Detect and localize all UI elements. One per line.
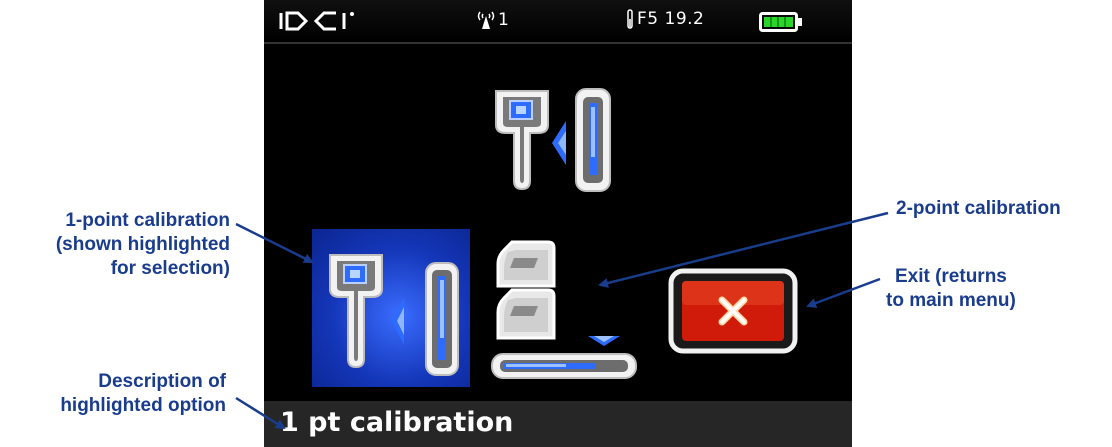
calibration-option-top[interactable] bbox=[486, 85, 616, 195]
two-point-calibration-icon bbox=[491, 240, 637, 379]
signal-indicator: 1 bbox=[476, 9, 509, 31]
callout-line: 2-point calibration bbox=[896, 198, 1061, 219]
one-point-calibration-option[interactable] bbox=[312, 229, 470, 387]
exit-button[interactable] bbox=[668, 268, 798, 354]
callout-exit: Exit (returns to main menu) bbox=[886, 265, 1016, 313]
frequency-readout: F5 19.2 bbox=[626, 9, 704, 29]
callout-line: Exit (returns bbox=[894, 266, 1007, 287]
callout-line: highlighted option bbox=[60, 395, 226, 416]
description-bar: 1 pt calibration bbox=[264, 401, 852, 447]
callout-one-point: 1-point calibration (shown highlighted f… bbox=[56, 209, 230, 281]
close-icon bbox=[668, 268, 798, 354]
callout-line: 1-point calibration bbox=[65, 210, 230, 231]
status-bar: 1 F5 19.2 bbox=[264, 0, 852, 44]
battery-full-icon bbox=[759, 12, 802, 32]
callout-line: (shown highlighted bbox=[55, 234, 230, 255]
callout-description: Description of highlighted option bbox=[60, 370, 226, 418]
frequency-text: F5 19.2 bbox=[637, 9, 705, 29]
callout-line: Description of bbox=[98, 371, 226, 392]
device-screen: 1 F5 19.2 1 pt calibration bbox=[264, 0, 852, 447]
antenna-signal-icon bbox=[477, 11, 495, 29]
dci-logo bbox=[279, 11, 354, 31]
callout-line: for selection) bbox=[110, 258, 230, 279]
channel-number: 1 bbox=[498, 10, 509, 30]
locator-transmitter-icon bbox=[495, 88, 611, 192]
two-point-calibration-option[interactable] bbox=[490, 238, 640, 380]
option-description: 1 pt calibration bbox=[280, 407, 514, 438]
thermometer-icon bbox=[627, 9, 633, 29]
locator-transmitter-icon bbox=[329, 254, 459, 376]
callout-line: to main menu) bbox=[886, 290, 1016, 311]
callout-two-point: 2-point calibration bbox=[896, 197, 1061, 221]
